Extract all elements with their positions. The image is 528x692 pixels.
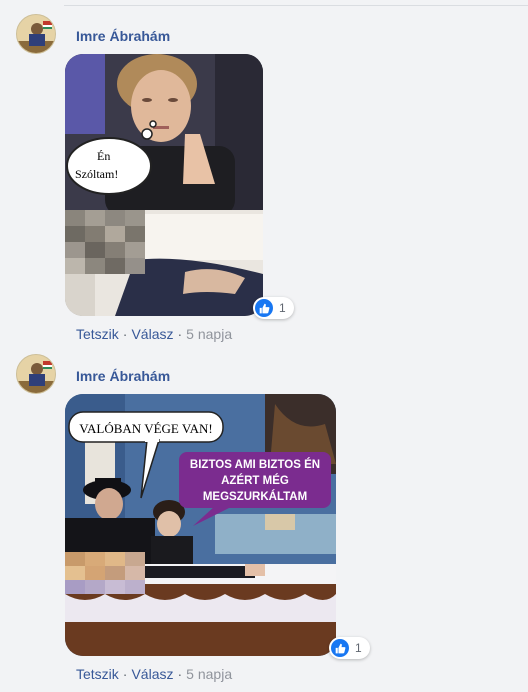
like-button[interactable]: Tetszik: [76, 326, 119, 342]
comment-photo[interactable]: Én Szóltam!: [65, 54, 263, 316]
caption-top: VALÓBAN VÉGE VAN!: [79, 421, 212, 436]
avatar[interactable]: [16, 14, 56, 54]
thumbs-up-icon: [255, 299, 273, 317]
reply-button[interactable]: Válasz: [131, 666, 173, 682]
comment-actions: Tetszik · Válasz · 5 napja: [76, 326, 232, 342]
comment-timestamp[interactable]: 5 napja: [186, 666, 232, 682]
caption-purple-line1: BIZTOS AMI BIZTOS ÉN: [190, 458, 320, 471]
comment-timestamp[interactable]: 5 napja: [186, 326, 232, 342]
caption-purple-line3: MEGSZURKÁLTAM: [203, 490, 307, 503]
divider: [64, 5, 528, 6]
thumbs-up-icon: [331, 639, 349, 657]
separator: ·: [177, 666, 183, 682]
avatar[interactable]: [16, 354, 56, 394]
reaction-badge[interactable]: 1: [253, 297, 294, 319]
comment-photo[interactable]: VALÓBAN VÉGE VAN! BIZTOS AMI BIZTOS ÉN A…: [65, 394, 336, 656]
comment-author[interactable]: Imre Ábrahám: [76, 368, 170, 384]
separator: ·: [122, 326, 128, 342]
reaction-count: 1: [355, 641, 362, 655]
reaction-badge[interactable]: 1: [329, 637, 370, 659]
bubble-text-line1: Én: [97, 149, 110, 163]
bubble-text-line2: Szóltam!: [75, 167, 118, 181]
reaction-count: 1: [279, 301, 286, 315]
comment-author[interactable]: Imre Ábrahám: [76, 28, 170, 44]
reply-button[interactable]: Válasz: [131, 326, 173, 342]
caption-purple-line2: AZÉRT MÉG: [221, 474, 289, 487]
like-button[interactable]: Tetszik: [76, 666, 119, 682]
comment-actions: Tetszik · Válasz · 5 napja: [76, 666, 232, 682]
separator: ·: [122, 666, 128, 682]
separator: ·: [177, 326, 183, 342]
